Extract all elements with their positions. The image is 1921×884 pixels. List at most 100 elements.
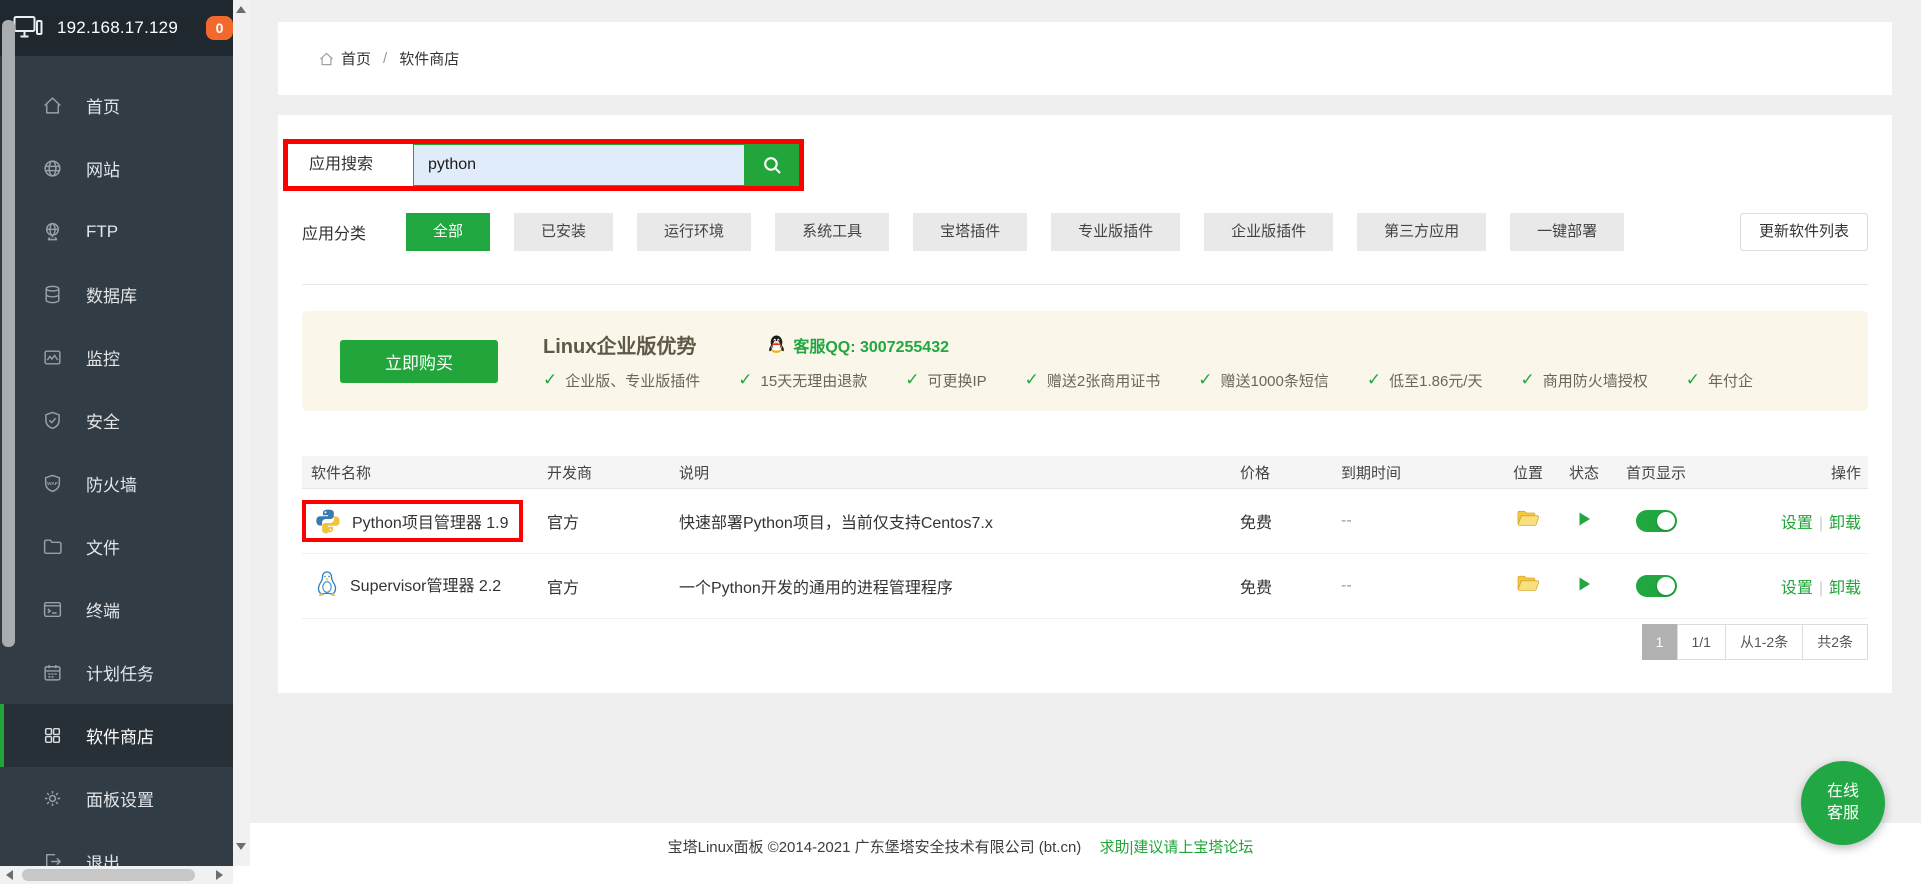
sidebar-item-firewall[interactable]: WAF 防火墙 (0, 452, 233, 515)
software-table: 软件名称 开发商 说明 价格 到期时间 位置 状态 首页显示 操作 Python… (302, 456, 1868, 619)
home-show-toggle[interactable] (1636, 510, 1677, 532)
category-systools[interactable]: 系统工具 (775, 213, 889, 251)
gear-icon (42, 788, 63, 809)
qq-penguin-icon (768, 335, 785, 354)
sidebar-item-home[interactable]: 首页 (0, 74, 233, 137)
col-header-name: 软件名称 (302, 462, 547, 483)
col-header-price: 价格 (1240, 462, 1341, 483)
sidebar-item-label: 网站 (86, 156, 120, 181)
action-separator: | (1819, 515, 1823, 532)
sidebar-item-monitor[interactable]: 监控 (0, 326, 233, 389)
service-label-line2: 客服 (1827, 803, 1859, 825)
qq-contact: 客服QQ: 3007255432 (768, 333, 949, 357)
update-software-list-button[interactable]: 更新软件列表 (1740, 213, 1868, 251)
category-pro-plugins[interactable]: 专业版插件 (1051, 213, 1180, 251)
sidebar-item-appstore[interactable]: 软件商店 (0, 704, 233, 767)
action-separator: | (1819, 580, 1823, 597)
category-installed[interactable]: 已安装 (514, 213, 613, 251)
sidebar-item-ftp[interactable]: FTP (0, 200, 233, 263)
tux-logo (315, 570, 339, 597)
check-icon: ✓ (1520, 370, 1534, 390)
sidebar-item-website[interactable]: 网站 (0, 137, 233, 200)
sidebar-item-files[interactable]: 文件 (0, 515, 233, 578)
page-total: 共2条 (1802, 624, 1868, 660)
sidebar-vertical-scrollbar[interactable] (233, 0, 250, 866)
breadcrumb-home-label: 首页 (341, 48, 371, 69)
sidebar-item-security[interactable]: 安全 (0, 389, 233, 452)
category-label: 应用分类 (302, 220, 366, 244)
category-runtime[interactable]: 运行环境 (637, 213, 751, 251)
feature-list: ✓企业版、专业版插件 ✓15天无理由退款 ✓可更换IP ✓赠送2张商用证书 ✓赠… (543, 370, 1791, 391)
col-header-homeshow: 首页显示 (1612, 462, 1700, 483)
breadcrumb: 首页 / 软件商店 (278, 22, 1892, 95)
magnifier-icon (762, 155, 783, 176)
page-number-current[interactable]: 1 (1642, 624, 1678, 660)
play-icon[interactable] (1577, 576, 1592, 592)
home-show-toggle[interactable] (1636, 575, 1677, 597)
footer: 宝塔Linux面板 ©2014-2021 广东堡塔安全技术有限公司 (bt.cn… (0, 836, 1921, 857)
vertical-scrollbar-thumb[interactable] (2, 20, 15, 647)
sidebar: 192.168.17.129 0 首页 网站 FTP 数据库 监控 安全 WAF (0, 0, 233, 866)
play-icon[interactable] (1577, 511, 1592, 527)
app-name: Supervisor管理器 2.2 (350, 572, 501, 596)
table-row: Python项目管理器 1.9 官方 快速部署Python项目，当前仅支持Cen… (302, 489, 1868, 554)
banner-title: Linux企业版优势 (543, 332, 696, 360)
check-icon: ✓ (905, 370, 919, 390)
app-price: 免费 (1240, 574, 1341, 598)
search-button[interactable] (745, 144, 799, 186)
globe-icon (42, 158, 63, 179)
settings-link[interactable]: 设置 (1781, 580, 1813, 597)
computer-icon (13, 15, 43, 41)
feature-item: ✓15天无理由退款 (738, 370, 867, 391)
horizontal-scrollbar-thumb[interactable] (22, 869, 195, 881)
enterprise-promo-banner: 立即购买 Linux企业版优势 客服QQ: 3007255432 (302, 311, 1868, 411)
buy-now-button[interactable]: 立即购买 (340, 340, 498, 383)
uninstall-link[interactable]: 卸载 (1829, 580, 1861, 597)
sidebar-item-settings[interactable]: 面板设置 (0, 767, 233, 830)
sidebar-item-cron[interactable]: 计划任务 (0, 641, 233, 704)
feature-item: ✓可更换IP (905, 370, 986, 391)
check-icon: ✓ (1025, 370, 1039, 390)
col-header-description: 说明 (679, 462, 1240, 483)
sidebar-item-terminal[interactable]: 终端 (0, 578, 233, 641)
app-name: Python项目管理器 1.9 (352, 509, 509, 533)
category-deploy[interactable]: 一键部署 (1510, 213, 1624, 251)
scroll-up-arrow[interactable] (236, 6, 246, 13)
check-icon: ✓ (543, 370, 557, 390)
svg-text:WAF: WAF (47, 481, 58, 487)
toggle-knob (1657, 512, 1675, 530)
terminal-icon (42, 599, 63, 620)
message-count-badge[interactable]: 0 (206, 16, 233, 40)
sidebar-item-database[interactable]: 数据库 (0, 263, 233, 326)
breadcrumb-home-link[interactable]: 首页 (318, 48, 371, 69)
service-label-line1: 在线 (1827, 781, 1859, 803)
category-thirdparty[interactable]: 第三方应用 (1357, 213, 1486, 251)
category-enterprise-plugins[interactable]: 企业版插件 (1204, 213, 1333, 251)
footer-forum-link[interactable]: 求助|建议请上宝塔论坛 (1099, 839, 1253, 856)
server-info-bar[interactable]: 192.168.17.129 (0, 0, 233, 56)
folder-icon[interactable] (1517, 510, 1539, 528)
scroll-left-arrow[interactable] (6, 870, 13, 880)
uninstall-link[interactable]: 卸载 (1829, 515, 1861, 532)
check-icon: ✓ (1198, 370, 1212, 390)
folder-icon[interactable] (1517, 575, 1539, 593)
settings-link[interactable]: 设置 (1781, 515, 1813, 532)
shield-check-icon (42, 410, 63, 431)
category-bt-plugins[interactable]: 宝塔插件 (913, 213, 1027, 251)
search-input[interactable] (413, 144, 745, 186)
sidebar-item-label: 终端 (86, 597, 120, 622)
sidebar-menu: 首页 网站 FTP 数据库 监控 安全 WAF 防火墙 文件 (0, 56, 233, 866)
online-service-button[interactable]: 在线 客服 (1801, 761, 1885, 845)
appstore-panel: 应用搜索 应用分类 全部 已安装 运行环境 系统工具 宝塔插件 专业版插件 企业… (278, 115, 1892, 693)
app-name-cell: Supervisor管理器 2.2 (302, 570, 501, 597)
sidebar-item-label: 监控 (86, 345, 120, 370)
col-header-expire: 到期时间 (1341, 462, 1500, 483)
col-header-status: 状态 (1556, 462, 1612, 483)
feature-item: ✓赠送1000条短信 (1198, 370, 1329, 391)
app-expire: -- (1341, 577, 1500, 595)
category-filter-row: 应用分类 全部 已安装 运行环境 系统工具 宝塔插件 专业版插件 企业版插件 第… (302, 213, 1868, 251)
search-label: 应用搜索 (288, 144, 413, 186)
annotation-box-search: 应用搜索 (283, 139, 804, 191)
category-all[interactable]: 全部 (406, 213, 490, 251)
scroll-right-arrow[interactable] (216, 870, 223, 880)
